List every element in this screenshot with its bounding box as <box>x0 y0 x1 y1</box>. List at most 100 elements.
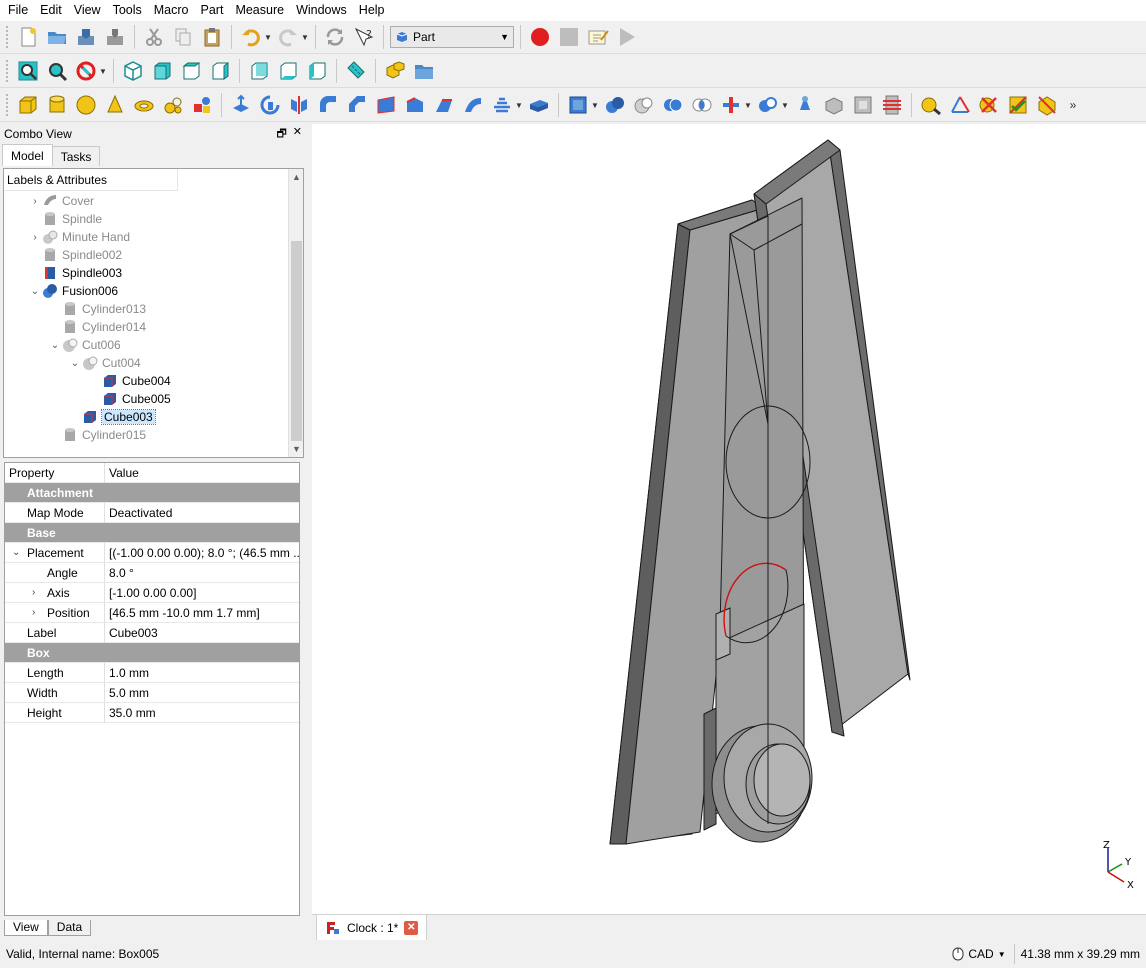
undo-dropdown[interactable]: ▼ <box>264 24 272 50</box>
tree-item-cube004[interactable]: Cube004 <box>102 372 171 390</box>
property-height[interactable]: Height 35.0 mm <box>5 703 299 723</box>
part-primitives-button[interactable] <box>189 92 215 118</box>
view-right-button[interactable] <box>207 58 233 84</box>
property-label[interactable]: Label Cube003 <box>5 623 299 643</box>
tab-view[interactable]: View <box>4 920 48 936</box>
split-dropdown[interactable]: ▼ <box>781 92 789 118</box>
part-ruled-surface-button[interactable] <box>402 92 428 118</box>
tree-item-cylinder013[interactable]: Cylinder013 <box>62 300 146 318</box>
new-document-button[interactable] <box>15 24 41 50</box>
tree-item-cut006[interactable]: ⌄ Cut006 <box>48 336 121 354</box>
part-sphere-button[interactable] <box>73 92 99 118</box>
menu-help[interactable]: Help <box>353 0 391 21</box>
save-as-button[interactable] <box>102 24 128 50</box>
tree-item-minute-hand[interactable]: › Minute Hand <box>28 228 130 246</box>
chevron-right-icon[interactable]: › <box>28 232 42 243</box>
part-join-button[interactable] <box>718 92 744 118</box>
tab-tasks[interactable]: Tasks <box>51 146 101 166</box>
measure-clear-button[interactable] <box>976 92 1002 118</box>
measure-toggle-3d-button[interactable] <box>1034 92 1060 118</box>
view-front-button[interactable] <box>149 58 175 84</box>
property-angle[interactable]: Angle 8.0 ° <box>5 563 299 583</box>
paste-button[interactable] <box>199 24 225 50</box>
join-dropdown[interactable]: ▼ <box>744 92 752 118</box>
menu-windows[interactable]: Windows <box>290 0 353 21</box>
toolbar-grip[interactable] <box>6 94 10 116</box>
copy-button[interactable] <box>170 24 196 50</box>
scroll-up-icon[interactable]: ▲ <box>289 169 303 185</box>
part-cross-sections-button[interactable] <box>879 92 905 118</box>
scroll-down-icon[interactable]: ▼ <box>289 441 303 457</box>
part-chamfer-button[interactable] <box>344 92 370 118</box>
tree-item-cover[interactable]: › Cover <box>28 192 94 210</box>
create-group-button[interactable] <box>411 58 437 84</box>
view-rear-button[interactable] <box>246 58 272 84</box>
part-tube-button[interactable] <box>160 92 186 118</box>
part-revolve-button[interactable] <box>257 92 283 118</box>
workbench-selector[interactable]: Part ▼ <box>390 26 514 48</box>
macro-stop-button[interactable] <box>556 24 582 50</box>
compound-dropdown[interactable]: ▼ <box>591 92 599 118</box>
measure-toggle-all-button[interactable] <box>1005 92 1031 118</box>
part-defeaturing-button[interactable] <box>821 92 847 118</box>
part-thickness-button[interactable] <box>850 92 876 118</box>
part-fillet-button[interactable] <box>315 92 341 118</box>
part-compound-button[interactable] <box>565 92 591 118</box>
toolbar-overflow-button[interactable]: » <box>1069 92 1077 118</box>
save-button[interactable] <box>73 24 99 50</box>
view-top-button[interactable] <box>178 58 204 84</box>
menu-file[interactable]: File <box>2 0 34 21</box>
chevron-down-icon[interactable]: ⌄ <box>68 358 82 369</box>
tree-item-cube003[interactable]: Cube003 <box>82 408 156 426</box>
tree-item-cube005[interactable]: Cube005 <box>102 390 171 408</box>
create-part-button[interactable] <box>382 58 408 84</box>
menu-tools[interactable]: Tools <box>107 0 148 21</box>
redo-dropdown[interactable]: ▼ <box>301 24 309 50</box>
menu-edit[interactable]: Edit <box>34 0 68 21</box>
chevron-right-icon[interactable]: › <box>32 587 35 598</box>
part-sweep-button[interactable] <box>460 92 486 118</box>
property-position[interactable]: › Position [46.5 mm -10.0 mm 1.7 mm] <box>5 603 299 623</box>
chevron-down-icon[interactable]: ⌄ <box>48 340 62 351</box>
cut-button[interactable] <box>141 24 167 50</box>
measure-angular-button[interactable] <box>947 92 973 118</box>
fit-all-button[interactable] <box>15 58 41 84</box>
tree-item-spindle002[interactable]: Spindle002 <box>42 246 122 264</box>
part-fuse-button[interactable] <box>660 92 686 118</box>
toolbar-grip[interactable] <box>6 60 10 82</box>
menu-part[interactable]: Part <box>195 0 230 21</box>
chevron-right-icon[interactable]: › <box>28 196 42 207</box>
menu-measure[interactable]: Measure <box>229 0 290 21</box>
view-left-button[interactable] <box>304 58 330 84</box>
navigation-style-selector[interactable]: CAD ▼ <box>952 947 1006 961</box>
view-bottom-button[interactable] <box>275 58 301 84</box>
part-extrude-button[interactable] <box>228 92 254 118</box>
part-torus-button[interactable] <box>131 92 157 118</box>
part-cone-button[interactable] <box>102 92 128 118</box>
section-dropdown[interactable]: ▼ <box>515 92 523 118</box>
property-width[interactable]: Width 5.0 mm <box>5 683 299 703</box>
tree-item-spindle003[interactable]: Spindle003 <box>42 264 122 282</box>
tree-item-cylinder014[interactable]: Cylinder014 <box>62 318 146 336</box>
part-make-face-button[interactable] <box>373 92 399 118</box>
part-common-button[interactable] <box>689 92 715 118</box>
tree-item-spindle[interactable]: Spindle <box>42 210 102 228</box>
property-map-mode[interactable]: Map Mode Deactivated <box>5 503 299 523</box>
macro-edit-button[interactable] <box>585 24 611 50</box>
macro-record-button[interactable] <box>527 24 553 50</box>
open-button[interactable] <box>44 24 70 50</box>
tree-scrollbar[interactable]: ▲ ▼ <box>288 169 303 457</box>
toolbar-grip[interactable] <box>6 26 10 48</box>
part-cylinder-button[interactable] <box>44 92 70 118</box>
float-panel-icon[interactable]: 🗗 <box>276 125 286 144</box>
view-isometric-button[interactable] <box>120 58 146 84</box>
document-tab-clock[interactable]: Clock : 1* ✕ <box>316 915 428 941</box>
part-boolean-button[interactable] <box>602 92 628 118</box>
3d-viewport[interactable]: Z Y X <box>312 124 1146 914</box>
close-icon[interactable]: ✕ <box>293 125 302 144</box>
scroll-thumb[interactable] <box>291 241 302 441</box>
tree-item-cylinder015[interactable]: Cylinder015 <box>62 426 146 444</box>
measure-linear-button[interactable] <box>918 92 944 118</box>
menu-view[interactable]: View <box>68 0 107 21</box>
whats-this-button[interactable]: ? <box>351 24 377 50</box>
